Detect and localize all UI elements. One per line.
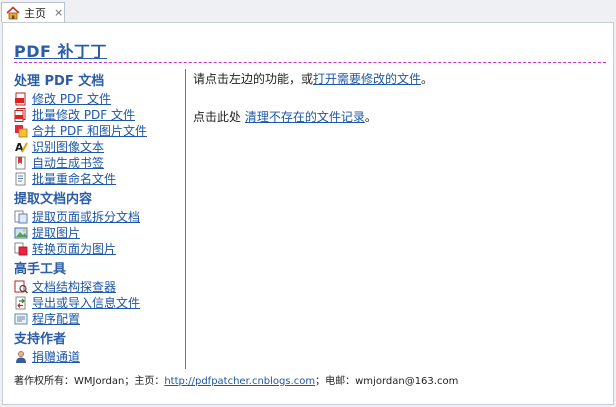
batch-rename-link[interactable]: 批量重命名文件 [32,171,116,187]
sidebar-item-donate[interactable]: 捐赠通道 [14,349,184,365]
sidebar-item-batch-edit-pdf[interactable]: 批量修改 PDF 文件 [14,107,184,123]
pdf-edit-icon [15,92,26,106]
home-icon [6,5,20,19]
sidebar-item-extract-pages[interactable]: 提取页面或拆分文档 [14,209,184,225]
inspector-link[interactable]: 文档结构探查器 [32,279,116,295]
extract-pages-link[interactable]: 提取页面或拆分文档 [32,209,140,225]
render-pages-link[interactable]: 转换页面为图片 [32,241,116,257]
pdf-batch-icon [14,108,26,122]
footer-prefix: 著作权所有：WMJordan；主页： [14,376,165,387]
sidebar-item-edit-pdf[interactable]: 修改 PDF 文件 [14,91,184,107]
cleanup-prefix: 点击此处 [193,110,245,124]
sidebar-item-render-pages[interactable]: 转换页面为图片 [14,241,184,257]
edit-pdf-link[interactable]: 修改 PDF 文件 [32,91,111,107]
tab-strip: 主页 × [0,0,616,22]
render-pages-icon [14,242,28,256]
cleanup-line: 点击此处 清理不存在的文件记录。 [193,109,603,125]
donate-link[interactable]: 捐赠通道 [32,349,80,365]
rename-icon [15,172,26,186]
section-heading-support: 支持作者 [14,332,67,347]
section-heading-advanced: 高手工具 [14,262,67,277]
instruction-suffix: 。 [421,72,434,86]
export-import-icon [15,296,26,310]
extract-images-link[interactable]: 提取图片 [32,225,80,241]
open-file-link[interactable]: 打开需要修改的文件 [313,72,421,86]
clean-records-link[interactable]: 清理不存在的文件记录 [245,110,365,124]
title-divider [14,62,606,63]
sidebar-item-batch-rename[interactable]: 批量重命名文件 [14,171,184,187]
home-page-panel: PDF 补丁丁 处理 PDF 文档 修改 PDF 文件 批量修改 PDF 文件 [2,22,614,405]
config-icon [14,313,28,325]
main-content: 请点击左边的功能，或打开需要修改的文件。 点击此处 清理不存在的文件记录。 [193,71,603,125]
section-heading-process-pdf: 处理 PDF 文档 [14,74,105,89]
sidebar-item-inspector[interactable]: 文档结构探查器 [14,279,184,295]
copyright-footer: 著作权所有：WMJordan；主页：http://pdfpatcher.cnbl… [14,372,458,387]
merge-pdf-images-link[interactable]: 合并 PDF 和图片文件 [32,123,147,139]
sidebar-divider [185,69,186,369]
ocr-link[interactable]: 识别图像文本 [32,139,104,155]
tab-home[interactable]: 主页 × [1,2,65,22]
cleanup-suffix: 。 [364,110,377,124]
merge-icon [15,125,28,138]
sidebar-item-config[interactable]: 程序配置 [14,311,184,327]
sidebar-item-merge-pdf-images[interactable]: 合并 PDF 和图片文件 [14,123,184,139]
page-title: PDF 补丁丁 [14,42,108,61]
auto-bookmark-link[interactable]: 自动生成书签 [32,155,104,171]
sidebar-item-extract-images[interactable]: 提取图片 [14,225,184,241]
sidebar-item-export-import[interactable]: 导出或导入信息文件 [14,295,184,311]
footer-suffix: ；电邮：wmjordan@163.com [315,376,459,387]
tab-home-label: 主页 [24,6,46,20]
close-icon[interactable]: × [54,7,63,18]
homepage-link[interactable]: http://pdfpatcher.cnblogs.com [164,376,315,387]
extract-images-icon [14,227,28,239]
instruction-prefix: 请点击左边的功能，或 [193,72,314,86]
sidebar-item-auto-bookmark[interactable]: 自动生成书签 [14,155,184,171]
ocr-icon: A [15,141,28,154]
config-link[interactable]: 程序配置 [32,311,80,327]
export-import-link[interactable]: 导出或导入信息文件 [32,295,140,311]
extract-pages-icon [14,210,28,224]
section-heading-extract: 提取文档内容 [14,192,93,207]
batch-edit-pdf-link[interactable]: 批量修改 PDF 文件 [32,107,135,123]
inspector-icon [14,280,28,294]
sidebar-item-ocr[interactable]: A 识别图像文本 [14,139,184,155]
function-sidebar: 处理 PDF 文档 修改 PDF 文件 批量修改 PDF 文件 合并 PDF 和… [14,72,184,365]
instruction-line: 请点击左边的功能，或打开需要修改的文件。 [193,71,603,87]
donate-person-icon [16,351,26,363]
bookmark-icon [15,156,26,170]
